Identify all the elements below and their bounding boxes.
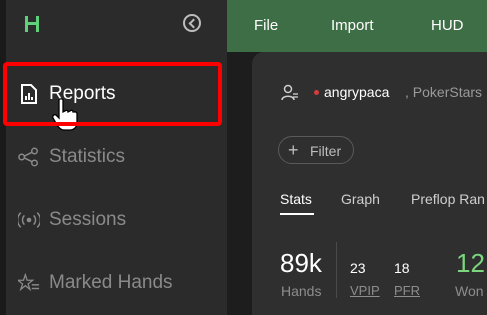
sidebar-item-label: Statistics [49, 146, 126, 167]
filter-label: Filter [310, 143, 342, 159]
hands-value: 89k [280, 248, 322, 278]
won-value: 12 [456, 248, 485, 278]
menu-import[interactable]: Import [331, 17, 374, 34]
user-switch-icon[interactable] [281, 84, 299, 102]
sidebar-item-label: Sessions [49, 209, 127, 230]
plus-icon: + [288, 140, 299, 160]
sidebar-item-marked-hands[interactable]: Marked Hands [0, 260, 227, 306]
vpip-value: 23 [350, 260, 366, 276]
sidebar: Reports Statistics Sessions Marked Hands [0, 0, 227, 315]
status-dot [314, 90, 319, 95]
won-label: Won [455, 283, 484, 299]
pfr-value: 18 [394, 260, 410, 276]
top-menu-bar: File Import HUD [227, 0, 487, 52]
hands-label: Hands [281, 283, 322, 299]
sidebar-item-label: Marked Hands [49, 272, 173, 293]
menu-file[interactable]: File [254, 17, 278, 34]
vpip-label[interactable]: VPIP [350, 283, 380, 298]
star-list-icon [18, 272, 40, 294]
tab-stats[interactable]: Stats [280, 191, 312, 207]
tab-graph[interactable]: Graph [341, 191, 380, 207]
sidebar-item-statistics[interactable]: Statistics [0, 134, 227, 180]
player-site: , PokerStars [405, 84, 483, 100]
logo-icon [25, 16, 39, 32]
broadcast-icon [18, 209, 40, 231]
stats-divider [336, 242, 337, 298]
filter-button[interactable]: + Filter [278, 136, 354, 164]
tab-preflop-range[interactable]: Preflop Ran [411, 191, 485, 207]
menu-hud[interactable]: HUD [431, 17, 464, 34]
collapse-sidebar-icon[interactable] [183, 14, 201, 32]
share-nodes-icon [18, 146, 40, 168]
player-name[interactable]: angrypaca [324, 84, 389, 100]
pfr-label[interactable]: PFR [394, 283, 420, 298]
sidebar-item-sessions[interactable]: Sessions [0, 197, 227, 243]
active-tab-indicator [280, 213, 314, 215]
highlight-box [3, 62, 222, 126]
